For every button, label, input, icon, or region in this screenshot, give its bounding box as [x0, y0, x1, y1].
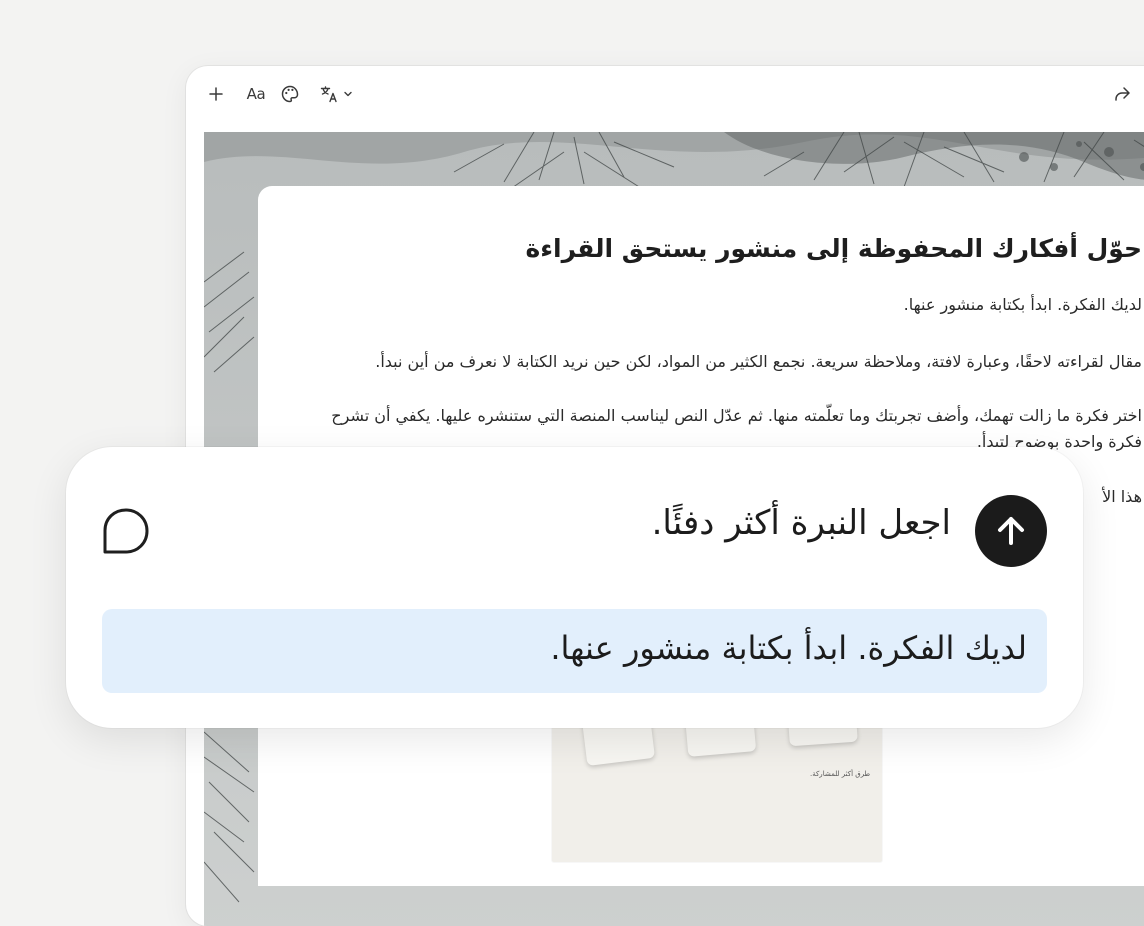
share-button[interactable]: [1110, 82, 1134, 106]
selected-text-preview: لديك الفكرة. ابدأ بكتابة منشور عنها.: [102, 609, 1047, 693]
document-paragraph[interactable]: مقال لقراءته لاحقًا، وعبارة لافتة، وملاح…: [316, 349, 1142, 375]
palette-icon: [281, 85, 299, 103]
document-title[interactable]: حوّل أفكارك المحفوظة إلى منشور يستحق الق…: [525, 234, 1142, 263]
theme-button[interactable]: [278, 82, 302, 106]
toolbar: Aa: [186, 66, 1144, 122]
arrow-up-icon: [998, 517, 1024, 545]
translate-icon: [320, 86, 337, 103]
chevron-down-icon: [343, 91, 352, 97]
prompt-panel: اجعل النبرة أكثر دفئًا. لديك الفكرة. ابد…: [66, 447, 1083, 728]
thumbnail-caption: طرق أكثر للمشاركة.: [810, 770, 871, 778]
text-format-button[interactable]: Aa: [240, 82, 272, 106]
comment-bubble-icon: [103, 508, 149, 554]
comment-button[interactable]: [102, 507, 150, 559]
translate-button[interactable]: [316, 82, 356, 106]
add-button[interactable]: [204, 82, 228, 106]
plus-icon: [209, 87, 223, 101]
selected-text: لديك الفكرة. ابدأ بكتابة منشور عنها.: [550, 629, 1027, 667]
prompt-text[interactable]: اجعل النبرة أكثر دفئًا.: [652, 503, 951, 543]
send-button[interactable]: [975, 495, 1047, 567]
share-icon: [1115, 87, 1130, 101]
document-paragraph[interactable]: لديك الفكرة. ابدأ بكتابة منشور عنها.: [316, 292, 1142, 318]
